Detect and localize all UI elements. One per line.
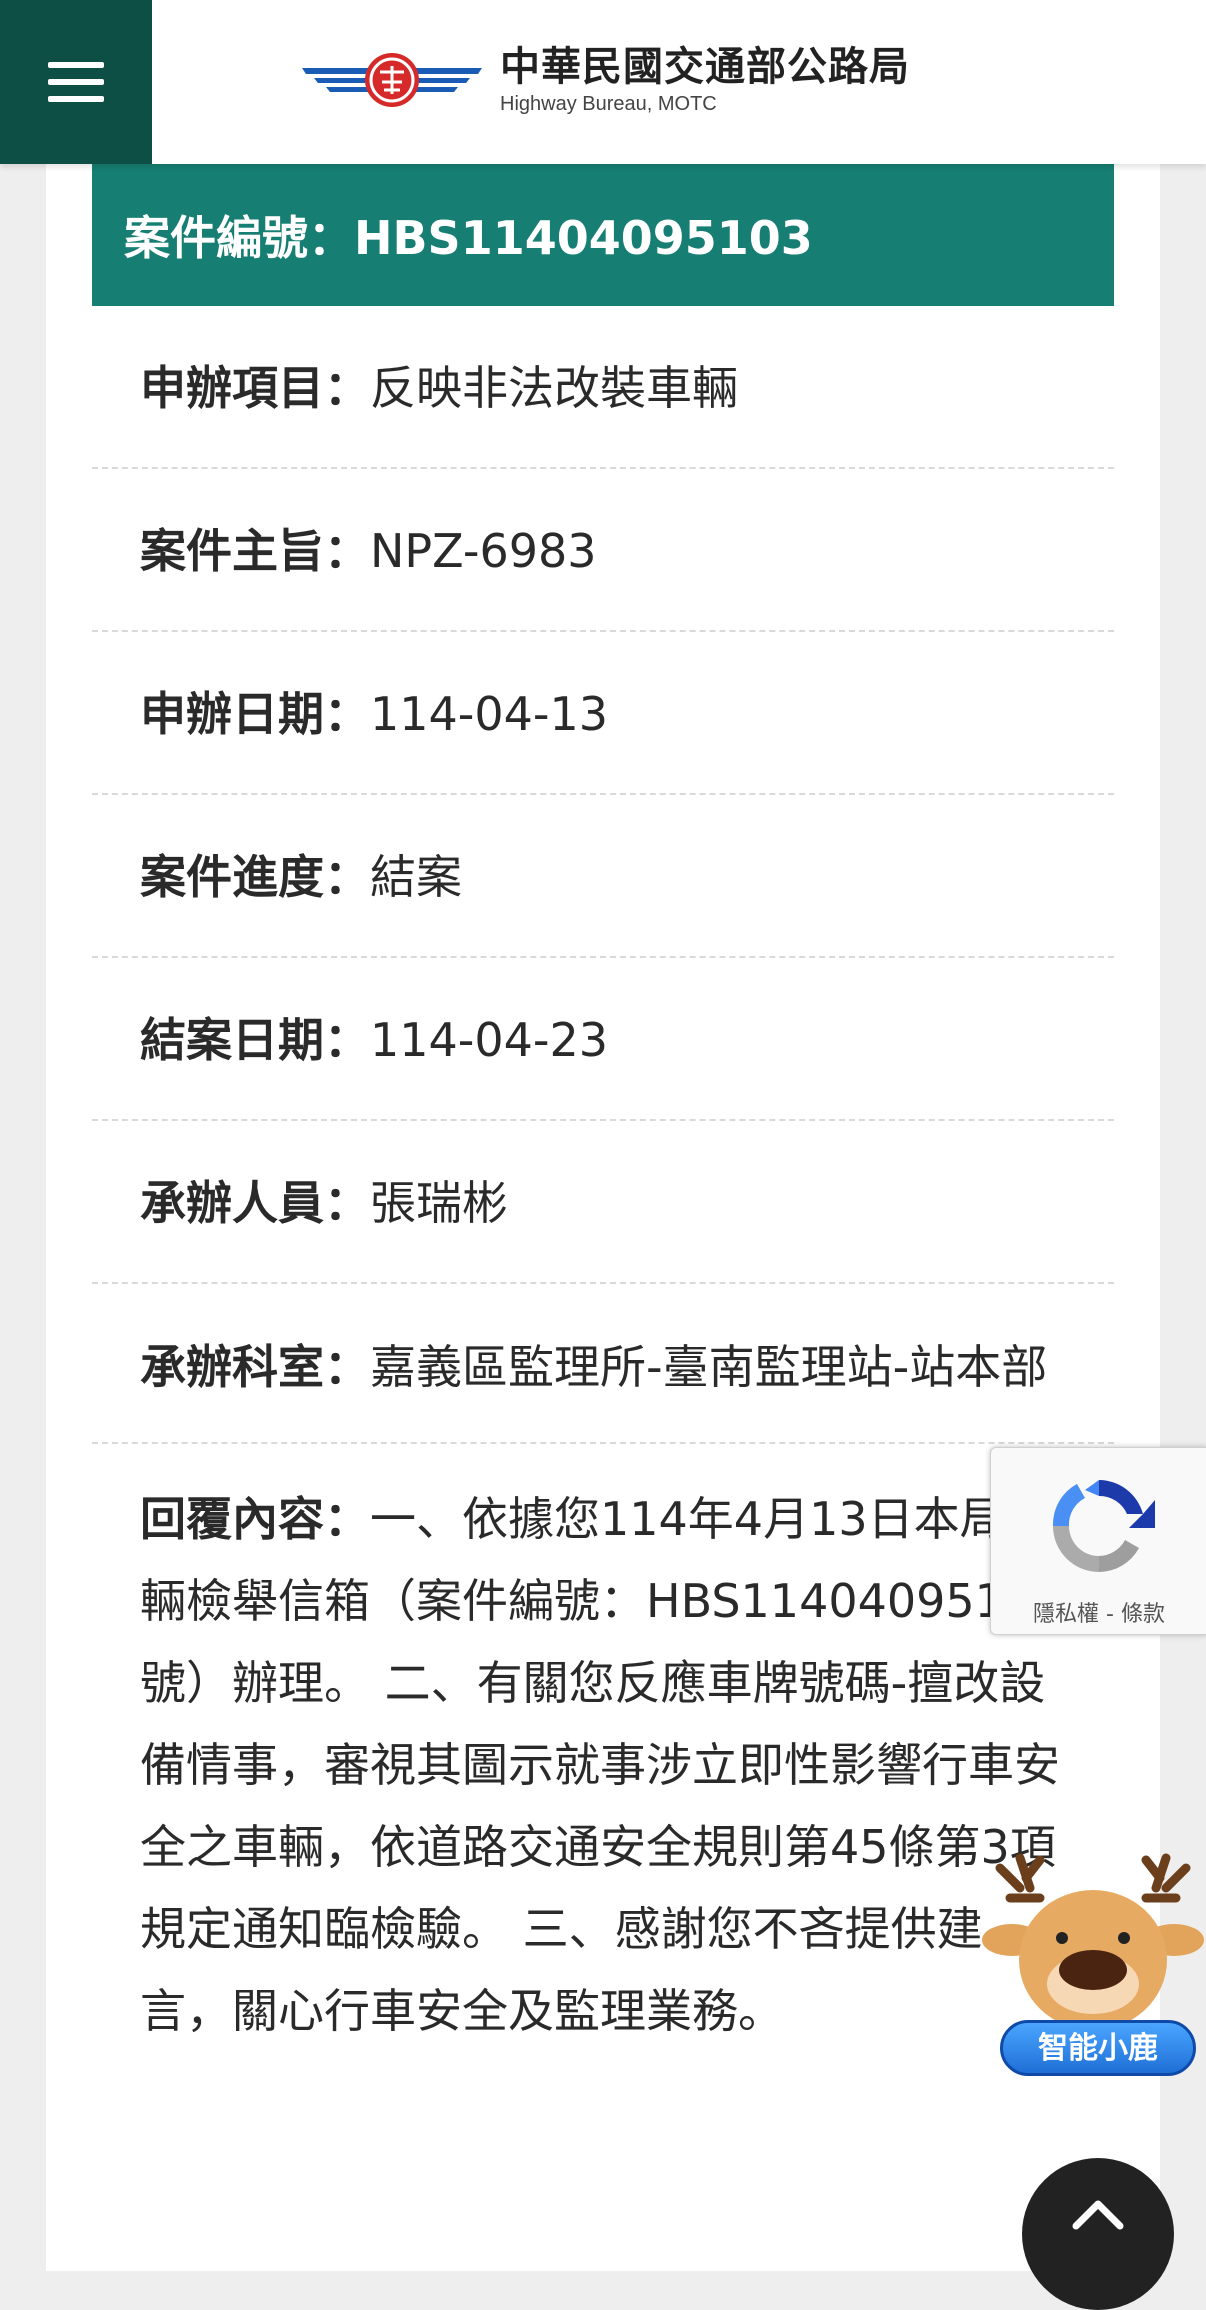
field-value: 反映非法改裝車輛 — [370, 361, 738, 415]
case-number-value: HBS11404095103 — [354, 211, 813, 265]
recaptcha-privacy-terms-links[interactable]: 隱私權 - 條款 — [991, 1596, 1206, 1628]
field-value: NPZ-6983 — [370, 524, 597, 578]
field-label: 申辦日期： — [140, 687, 370, 741]
field-label: 案件進度： — [140, 850, 370, 904]
field-row-handler: 承辦人員：張瑞彬 — [92, 1121, 1114, 1284]
case-number-header: 案件編號：HBS11404095103 — [92, 164, 1114, 306]
field-label: 回覆內容： — [140, 1492, 370, 1546]
field-value: 114-04-23 — [370, 1013, 609, 1067]
recaptcha-badge[interactable]: 隱私權 - 條款 — [990, 1447, 1206, 1635]
field-row-closing-date: 結案日期：114-04-23 — [92, 958, 1114, 1121]
field-value: 114-04-13 — [370, 687, 609, 741]
case-fields-list: 申辦項目：反映非法改裝車輛 案件主旨：NPZ-6983 申辦日期：114-04-… — [92, 306, 1114, 2092]
field-row-subject: 案件主旨：NPZ-6983 — [92, 469, 1114, 632]
site-header: 中華民國交通部公路局 Highway Bureau, MOTC — [0, 0, 1206, 164]
chevron-up-icon — [1072, 2200, 1124, 2230]
menu-icon-bar — [48, 62, 104, 68]
menu-icon-bar — [48, 79, 104, 85]
field-label: 申辦項目： — [140, 361, 370, 415]
field-label: 結案日期： — [140, 1013, 370, 1067]
field-label: 案件主旨： — [140, 524, 370, 578]
menu-icon-bar — [48, 96, 104, 102]
recaptcha-icon — [1052, 1480, 1155, 1572]
org-name-en: Highway Bureau, MOTC — [500, 92, 717, 115]
case-number-label: 案件編號： — [124, 211, 354, 265]
field-value: 張瑞彬 — [370, 1176, 508, 1230]
field-value: 一、依據您114年4月13日本局車輛檢舉信箱（案件編號：HBS114040951… — [140, 1492, 1063, 2038]
field-label: 承辦科室： — [140, 1340, 370, 1394]
site-logo[interactable]: 中華民國交通部公路局 Highway Bureau, MOTC — [300, 40, 910, 120]
field-value: 嘉義區監理所-臺南監理站-站本部 — [370, 1340, 1048, 1394]
field-label: 承辦人員： — [140, 1176, 370, 1230]
highway-bureau-logo-icon — [302, 53, 482, 107]
field-row-application-item: 申辦項目：反映非法改裝車輛 — [92, 306, 1114, 469]
field-row-department: 承辦科室：嘉義區監理所-臺南監理站-站本部 — [92, 1284, 1114, 1444]
smart-deer-label[interactable]: 智能小鹿 — [1000, 2020, 1196, 2076]
hamburger-menu-button[interactable] — [0, 0, 152, 164]
field-row-progress: 案件進度：結案 — [92, 795, 1114, 958]
field-row-application-date: 申辦日期：114-04-13 — [92, 632, 1114, 795]
field-value: 結案 — [370, 850, 462, 904]
org-name-zh: 中華民國交通部公路局 — [500, 43, 910, 90]
back-to-top-button[interactable] — [1022, 2158, 1174, 2310]
field-row-reply-content: 回覆內容：一、依據您114年4月13日本局車輛檢舉信箱（案件編號：HBS1140… — [92, 1444, 1114, 2092]
